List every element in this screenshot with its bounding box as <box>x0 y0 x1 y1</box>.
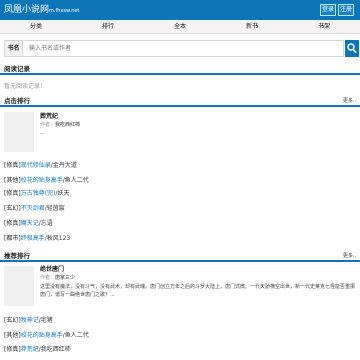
list-item: [修真]魔天记/忘语 <box>4 219 53 229</box>
item-category: [修真] <box>4 162 21 169</box>
featured-book-title[interactable]: 绝世唐门 <box>40 266 64 274</box>
item-category: [都市] <box>4 235 21 242</box>
author-label: 作者： <box>40 122 56 128</box>
main-nav: 分类 排行 全本 新书 书架 <box>0 20 360 34</box>
item-author: /鱼人二代 <box>62 332 89 339</box>
item-author: /宅猪 <box>38 317 53 324</box>
recommend-rank-more-link[interactable]: 更多.. <box>343 252 356 261</box>
item-title-link[interactable]: 校花的贴身高手 <box>21 177 63 184</box>
item-author: /鱼人二代 <box>62 177 89 184</box>
search-bar: 书名 <box>4 40 359 57</box>
list-item: [其他]校花的贴身高手/鱼人二代 <box>4 331 89 341</box>
list-item: [都市]终极高手/秋风123 <box>4 234 70 244</box>
item-title-link[interactable]: 终极高手 <box>21 235 45 242</box>
item-category: [玄幻] <box>4 317 21 324</box>
top-bar: 凤凰小说网m.fhxsw.net 登录 注册 <box>0 0 360 20</box>
item-category: [其他] <box>4 332 21 339</box>
list-item: [修真]现代修仙录/金丹大道 <box>4 161 77 171</box>
item-title-link[interactable]: 牧神记 <box>21 317 39 324</box>
item-author: /妖天 <box>55 190 70 197</box>
item-title-link[interactable]: 不灭剑君 <box>21 205 45 212</box>
nav-completed[interactable]: 全本 <box>144 20 216 33</box>
site-logo[interactable]: 凤凰小说网m.fhxsw.net <box>4 4 79 17</box>
click-rank-more-link[interactable]: 更多.. <box>343 97 356 106</box>
featured-book-desc: ... <box>40 130 45 136</box>
featured-book-author: 作者：唐家三少 <box>40 275 75 282</box>
register-button[interactable]: 注册 <box>338 4 354 16</box>
item-title-link[interactable]: 万古独尊(完) <box>21 190 56 197</box>
item-author: /秋风123 <box>44 235 71 242</box>
book-cover[interactable] <box>4 112 34 152</box>
author-label: 作者： <box>40 275 56 281</box>
list-item: [其他]校花的贴身高手/鱼人二代 <box>4 176 89 186</box>
recommend-rank-header: 推荐排行 更多.. <box>0 250 360 262</box>
nav-ranking[interactable]: 排行 <box>72 20 144 33</box>
item-title-link[interactable]: 魔天记 <box>21 220 39 227</box>
search-input[interactable] <box>22 40 344 57</box>
item-title-link[interactable]: 校花的贴身高手 <box>21 332 63 339</box>
login-button[interactable]: 登录 <box>320 4 336 16</box>
list-item: [修真]万古独尊(完)/妖天 <box>4 189 69 199</box>
logo-text[interactable]: 凤凰小说网 <box>4 5 49 15</box>
recommend-rank-title: 推荐排行 <box>4 252 30 260</box>
nav-new-books[interactable]: 新书 <box>216 20 288 33</box>
search-type-label: 书名 <box>4 40 22 57</box>
click-rank-header: 点击排行 更多.. <box>0 95 360 107</box>
featured-book-title[interactable]: 葬荒纪 <box>40 113 58 121</box>
item-author: /忘语 <box>38 220 53 227</box>
item-title-link[interactable]: 莽荒纪 <box>21 346 39 353</box>
item-category: [玄幻] <box>4 205 21 212</box>
item-category: [修真] <box>4 346 21 353</box>
item-title-link[interactable]: 现代修仙录 <box>21 162 51 169</box>
author-name: 唐家三少 <box>55 275 76 281</box>
reading-history-header: 阅读记录 <box>0 63 360 75</box>
list-item: [修真]莽荒纪/我吃西红柿 <box>4 345 71 355</box>
item-category: [修真] <box>4 220 21 227</box>
nav-category[interactable]: 分类 <box>0 20 72 33</box>
item-category: [其他] <box>4 177 21 184</box>
search-icon <box>347 43 357 54</box>
list-item: [玄幻]牧神记/宅猪 <box>4 316 53 326</box>
nav-bookshelf[interactable]: 书架 <box>288 20 360 33</box>
click-rank-title: 点击排行 <box>4 97 30 105</box>
reading-history-title: 阅读记录 <box>4 65 30 73</box>
search-button[interactable] <box>345 40 359 57</box>
item-author: /我吃西红柿 <box>38 346 71 353</box>
item-author: /轻茵宸 <box>44 205 65 212</box>
featured-book-desc: 这里没有魔法，没有斗气，没有武术，却有武魂。唐门创立万年之后的斗罗大陆上，唐门式… <box>40 284 356 298</box>
book-cover[interactable] <box>4 266 34 306</box>
item-author: /金丹大道 <box>50 162 77 169</box>
reading-history-empty: 暂无阅读记录！ <box>4 83 47 90</box>
list-item: [玄幻]不灭剑君/轻茵宸 <box>4 204 65 214</box>
logo-domain: m.fhxsw.net <box>49 8 80 14</box>
author-name: 我吃西红柿 <box>55 122 81 128</box>
item-category: [修真] <box>4 190 21 197</box>
featured-book-author: 作者：我吃西红柿 <box>40 122 80 129</box>
